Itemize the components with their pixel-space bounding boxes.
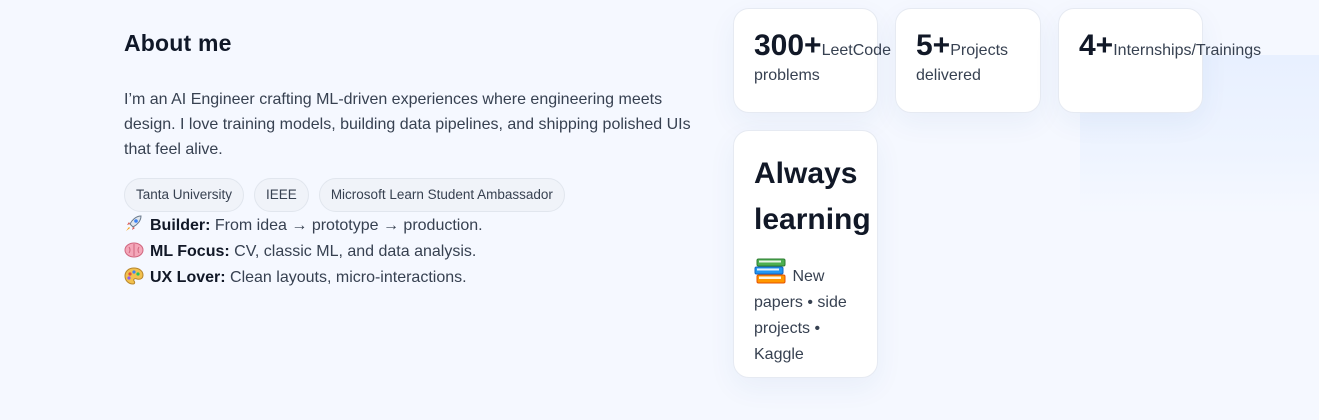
feature-builder-title: Builder: [150, 217, 211, 234]
stat-projects-label: Projects [950, 42, 1009, 59]
feature-ux-lover-title: UX Lover: [150, 269, 226, 286]
feature-ml-focus: ML Focus: CV, classic ML, and data analy… [124, 239, 724, 265]
stat-internships-label: Internships/Trainings [1113, 42, 1262, 59]
palette-icon [124, 267, 144, 285]
always-learning-card: Always learning New papers • side projec… [733, 130, 878, 378]
about-title: About me [124, 30, 232, 56]
stat-card-internships: 4+Internships/Trainings [1058, 8, 1261, 113]
feature-builder-text: From idea → prototype → production. [210, 217, 483, 234]
chip-tanta-university: Tanta University [124, 178, 245, 212]
about-bio: I’m an AI Engineer crafting ML-driven ex… [124, 91, 691, 158]
rocket-icon [126, 215, 142, 231]
feature-ux-lover: UX Lover: Clean layouts, micro-interacti… [124, 265, 724, 291]
feature-ux-lover-text: Clean layouts, micro-interactions. [225, 269, 467, 286]
stat-internships-value: 4+ [1079, 29, 1114, 62]
feature-ml-focus-text: CV, classic ML, and data analysis. [229, 243, 477, 260]
learning-text-wrap: New papers • side projects • Kaggle [754, 257, 857, 368]
feature-ml-focus-title: ML Focus: [150, 243, 230, 260]
feature-list: Builder: From idea → prototype → product… [124, 213, 724, 291]
stat-card-leetcode: 300+LeetCode problems [733, 8, 891, 113]
chip-microsoft-learn: Microsoft Learn Student Ambassador [318, 178, 565, 212]
stat-leetcode-label2: problems [754, 67, 820, 84]
stat-leetcode-label: LeetCode [821, 42, 891, 59]
feature-builder: Builder: From idea → prototype → product… [124, 213, 724, 239]
about-section: About me I’m an AI Engineer crafting ML-… [124, 30, 724, 291]
brain-icon [124, 242, 144, 258]
stat-leetcode-value: 300+ [754, 29, 822, 62]
learning-title: Always learning [754, 157, 871, 236]
affiliation-chips: Tanta University IEEE Microsoft Learn St… [124, 178, 724, 212]
stat-projects-label2: delivered [916, 67, 981, 84]
books-icon [754, 258, 786, 284]
stat-card-projects: 5+Projects delivered [895, 8, 1041, 113]
chip-ieee: IEEE [254, 178, 309, 212]
stat-projects-value: 5+ [916, 29, 951, 62]
